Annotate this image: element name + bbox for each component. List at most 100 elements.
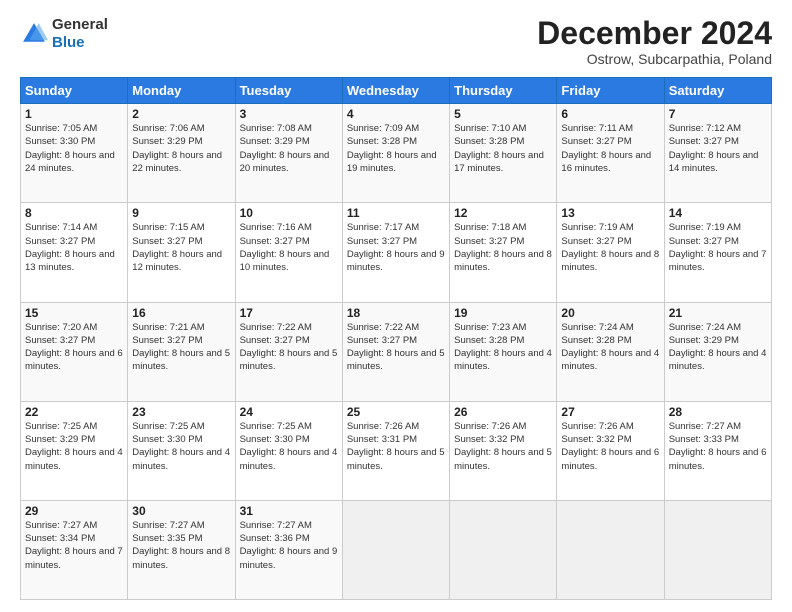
day-number: 21 <box>669 306 767 320</box>
calendar-week-row: 15 Sunrise: 7:20 AMSunset: 3:27 PMDaylig… <box>21 302 772 401</box>
day-number: 31 <box>240 504 338 518</box>
day-number: 16 <box>132 306 230 320</box>
day-info: Sunrise: 7:27 AMSunset: 3:35 PMDaylight:… <box>132 520 230 571</box>
calendar-header-row: SundayMondayTuesdayWednesdayThursdayFrid… <box>21 78 772 104</box>
day-info: Sunrise: 7:22 AMSunset: 3:27 PMDaylight:… <box>347 322 445 373</box>
day-info: Sunrise: 7:24 AMSunset: 3:28 PMDaylight:… <box>561 322 659 373</box>
day-info: Sunrise: 7:08 AMSunset: 3:29 PMDaylight:… <box>240 123 330 174</box>
calendar-cell: 16 Sunrise: 7:21 AMSunset: 3:27 PMDaylig… <box>128 302 235 401</box>
calendar-cell: 9 Sunrise: 7:15 AMSunset: 3:27 PMDayligh… <box>128 203 235 302</box>
day-number: 2 <box>132 107 230 121</box>
calendar-cell: 19 Sunrise: 7:23 AMSunset: 3:28 PMDaylig… <box>450 302 557 401</box>
subtitle: Ostrow, Subcarpathia, Poland <box>537 51 772 67</box>
calendar-day-header: Friday <box>557 78 664 104</box>
day-info: Sunrise: 7:25 AMSunset: 3:29 PMDaylight:… <box>25 421 123 472</box>
day-number: 29 <box>25 504 123 518</box>
day-number: 15 <box>25 306 123 320</box>
day-info: Sunrise: 7:14 AMSunset: 3:27 PMDaylight:… <box>25 222 115 273</box>
calendar-day-header: Monday <box>128 78 235 104</box>
calendar-cell: 8 Sunrise: 7:14 AMSunset: 3:27 PMDayligh… <box>21 203 128 302</box>
calendar-cell <box>557 500 664 599</box>
day-number: 9 <box>132 206 230 220</box>
day-info: Sunrise: 7:27 AMSunset: 3:34 PMDaylight:… <box>25 520 123 571</box>
logo-icon <box>20 20 48 48</box>
day-info: Sunrise: 7:22 AMSunset: 3:27 PMDaylight:… <box>240 322 338 373</box>
day-info: Sunrise: 7:10 AMSunset: 3:28 PMDaylight:… <box>454 123 544 174</box>
calendar-day-header: Thursday <box>450 78 557 104</box>
calendar-cell: 14 Sunrise: 7:19 AMSunset: 3:27 PMDaylig… <box>664 203 771 302</box>
logo: General Blue <box>20 16 108 52</box>
calendar-cell: 10 Sunrise: 7:16 AMSunset: 3:27 PMDaylig… <box>235 203 342 302</box>
page: General Blue December 2024 Ostrow, Subca… <box>0 0 792 612</box>
day-number: 12 <box>454 206 552 220</box>
day-info: Sunrise: 7:26 AMSunset: 3:32 PMDaylight:… <box>454 421 552 472</box>
day-info: Sunrise: 7:19 AMSunset: 3:27 PMDaylight:… <box>669 222 767 273</box>
calendar-week-row: 22 Sunrise: 7:25 AMSunset: 3:29 PMDaylig… <box>21 401 772 500</box>
day-info: Sunrise: 7:21 AMSunset: 3:27 PMDaylight:… <box>132 322 230 373</box>
day-number: 28 <box>669 405 767 419</box>
day-number: 1 <box>25 107 123 121</box>
day-info: Sunrise: 7:26 AMSunset: 3:31 PMDaylight:… <box>347 421 445 472</box>
calendar-cell: 18 Sunrise: 7:22 AMSunset: 3:27 PMDaylig… <box>342 302 449 401</box>
day-number: 7 <box>669 107 767 121</box>
day-info: Sunrise: 7:20 AMSunset: 3:27 PMDaylight:… <box>25 322 123 373</box>
day-number: 24 <box>240 405 338 419</box>
day-info: Sunrise: 7:18 AMSunset: 3:27 PMDaylight:… <box>454 222 552 273</box>
day-info: Sunrise: 7:09 AMSunset: 3:28 PMDaylight:… <box>347 123 437 174</box>
calendar-cell: 26 Sunrise: 7:26 AMSunset: 3:32 PMDaylig… <box>450 401 557 500</box>
calendar-cell: 23 Sunrise: 7:25 AMSunset: 3:30 PMDaylig… <box>128 401 235 500</box>
calendar-week-row: 8 Sunrise: 7:14 AMSunset: 3:27 PMDayligh… <box>21 203 772 302</box>
day-info: Sunrise: 7:19 AMSunset: 3:27 PMDaylight:… <box>561 222 659 273</box>
day-info: Sunrise: 7:15 AMSunset: 3:27 PMDaylight:… <box>132 222 222 273</box>
calendar-cell: 28 Sunrise: 7:27 AMSunset: 3:33 PMDaylig… <box>664 401 771 500</box>
day-number: 4 <box>347 107 445 121</box>
header: General Blue December 2024 Ostrow, Subca… <box>20 16 772 67</box>
calendar-cell <box>664 500 771 599</box>
day-number: 20 <box>561 306 659 320</box>
day-info: Sunrise: 7:17 AMSunset: 3:27 PMDaylight:… <box>347 222 445 273</box>
day-number: 11 <box>347 206 445 220</box>
calendar-cell: 1 Sunrise: 7:05 AMSunset: 3:30 PMDayligh… <box>21 104 128 203</box>
day-info: Sunrise: 7:24 AMSunset: 3:29 PMDaylight:… <box>669 322 767 373</box>
day-number: 6 <box>561 107 659 121</box>
calendar-cell: 27 Sunrise: 7:26 AMSunset: 3:32 PMDaylig… <box>557 401 664 500</box>
day-number: 3 <box>240 107 338 121</box>
calendar-cell <box>450 500 557 599</box>
calendar-cell <box>342 500 449 599</box>
calendar-cell: 20 Sunrise: 7:24 AMSunset: 3:28 PMDaylig… <box>557 302 664 401</box>
day-info: Sunrise: 7:27 AMSunset: 3:33 PMDaylight:… <box>669 421 767 472</box>
calendar-cell: 7 Sunrise: 7:12 AMSunset: 3:27 PMDayligh… <box>664 104 771 203</box>
day-number: 22 <box>25 405 123 419</box>
calendar-cell: 21 Sunrise: 7:24 AMSunset: 3:29 PMDaylig… <box>664 302 771 401</box>
calendar-table: SundayMondayTuesdayWednesdayThursdayFrid… <box>20 77 772 600</box>
day-info: Sunrise: 7:16 AMSunset: 3:27 PMDaylight:… <box>240 222 330 273</box>
calendar-cell: 17 Sunrise: 7:22 AMSunset: 3:27 PMDaylig… <box>235 302 342 401</box>
day-info: Sunrise: 7:25 AMSunset: 3:30 PMDaylight:… <box>132 421 230 472</box>
calendar-day-header: Wednesday <box>342 78 449 104</box>
logo-blue: Blue <box>52 34 108 52</box>
day-info: Sunrise: 7:06 AMSunset: 3:29 PMDaylight:… <box>132 123 222 174</box>
calendar-cell: 2 Sunrise: 7:06 AMSunset: 3:29 PMDayligh… <box>128 104 235 203</box>
main-title: December 2024 <box>537 16 772 51</box>
day-number: 5 <box>454 107 552 121</box>
day-info: Sunrise: 7:27 AMSunset: 3:36 PMDaylight:… <box>240 520 338 571</box>
calendar-cell: 24 Sunrise: 7:25 AMSunset: 3:30 PMDaylig… <box>235 401 342 500</box>
calendar-cell: 13 Sunrise: 7:19 AMSunset: 3:27 PMDaylig… <box>557 203 664 302</box>
day-info: Sunrise: 7:26 AMSunset: 3:32 PMDaylight:… <box>561 421 659 472</box>
calendar-week-row: 1 Sunrise: 7:05 AMSunset: 3:30 PMDayligh… <box>21 104 772 203</box>
calendar-cell: 5 Sunrise: 7:10 AMSunset: 3:28 PMDayligh… <box>450 104 557 203</box>
day-number: 14 <box>669 206 767 220</box>
day-number: 26 <box>454 405 552 419</box>
calendar-cell: 30 Sunrise: 7:27 AMSunset: 3:35 PMDaylig… <box>128 500 235 599</box>
day-number: 10 <box>240 206 338 220</box>
logo-text: General Blue <box>52 16 108 52</box>
calendar-day-header: Tuesday <box>235 78 342 104</box>
title-block: December 2024 Ostrow, Subcarpathia, Pola… <box>537 16 772 67</box>
day-number: 18 <box>347 306 445 320</box>
day-info: Sunrise: 7:25 AMSunset: 3:30 PMDaylight:… <box>240 421 338 472</box>
day-number: 23 <box>132 405 230 419</box>
day-number: 30 <box>132 504 230 518</box>
calendar-cell: 31 Sunrise: 7:27 AMSunset: 3:36 PMDaylig… <box>235 500 342 599</box>
logo-general: General <box>52 16 108 34</box>
calendar-cell: 15 Sunrise: 7:20 AMSunset: 3:27 PMDaylig… <box>21 302 128 401</box>
